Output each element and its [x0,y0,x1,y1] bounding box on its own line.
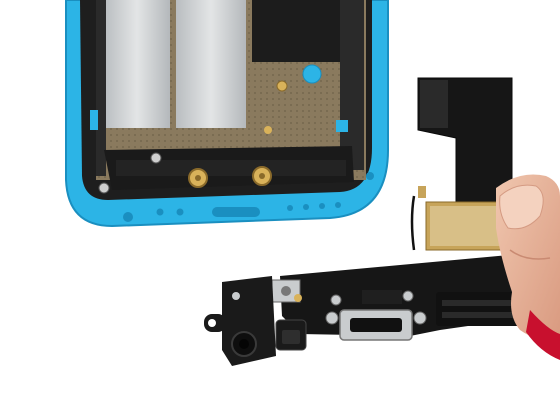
black-component [252,0,340,62]
port-opening [212,207,260,217]
photo-canvas [0,0,560,420]
photo-scene [0,0,560,420]
shield-left [104,0,170,128]
shield-middle [176,0,246,128]
phone-case-icon [65,0,389,228]
